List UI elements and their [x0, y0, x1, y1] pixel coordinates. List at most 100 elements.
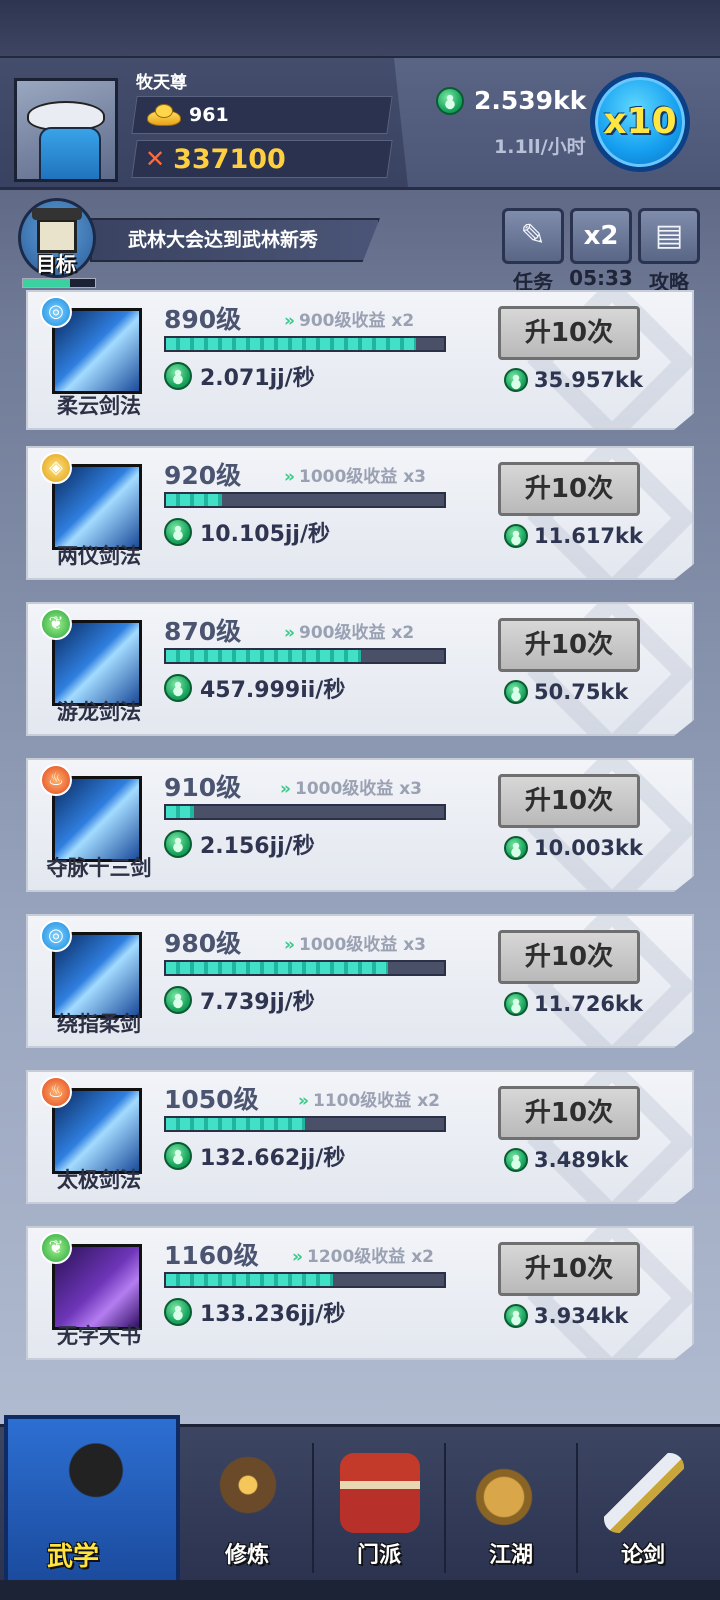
milestone-bonus-text: 1200级收益 x2 — [306, 1247, 435, 1267]
milestone-bonus-text: 900级收益 x2 — [298, 623, 415, 643]
skill-name: 游龙剑法 — [57, 700, 141, 724]
upgrade-10-button[interactable]: 升10次 — [498, 462, 640, 516]
level-progress-fill — [166, 1274, 333, 1286]
gold-ingot-icon — [145, 104, 181, 126]
income-rate-row: 2.071jj/秒 — [164, 360, 315, 392]
skill-income-rate: 132.662jj/秒 — [200, 1146, 346, 1171]
upgrade-cost: 50.75kk — [534, 680, 629, 704]
coin-icon — [164, 986, 192, 1014]
nav-label: 江湖 — [488, 1543, 533, 1568]
nav-jianghu[interactable]: 江湖 — [446, 1437, 576, 1577]
x2-boost-button[interactable]: x2 — [570, 208, 632, 264]
double-chevron-icon: » — [298, 1091, 309, 1111]
player-avatar[interactable] — [14, 78, 118, 182]
double-chevron-icon: » — [284, 935, 295, 955]
upgrade-10-button[interactable]: 升10次 — [498, 1242, 640, 1296]
skill-name: 太极剑法 — [57, 1168, 141, 1192]
income-rate-row: 457.999ii/秒 — [164, 672, 345, 704]
upgrade-cost-row: 11.726kk — [504, 992, 643, 1016]
nav-sword-duel[interactable]: 论剑 — [578, 1437, 708, 1577]
level-progress-fill — [166, 650, 361, 662]
water-element-icon: ◎ — [40, 296, 72, 328]
milestone-bonus: » 1100级收益 x2 — [298, 1086, 440, 1111]
gold-amount: 961 — [189, 104, 229, 126]
coin-icon — [504, 992, 528, 1016]
level-progress-bar — [164, 648, 446, 664]
upgrade-cost-row: 10.003kk — [504, 836, 643, 860]
scroll-icon: ✎ — [520, 218, 546, 253]
goal-banner[interactable]: 武林大会达到武林新秀 目标 — [18, 198, 380, 294]
skill-card: ◎ 柔云剑法 890级 » 900级收益 x2 2.071jj/秒 升10次 35… — [26, 290, 694, 430]
nav-sect[interactable]: 门派 — [314, 1437, 444, 1577]
income-rate-row: 2.156jj/秒 — [164, 828, 315, 860]
income-rate-row: 10.105jj/秒 — [164, 516, 330, 548]
power-resource: ✕ 337100 — [131, 140, 393, 178]
double-chevron-icon: » — [280, 779, 291, 799]
upgrade-10-button[interactable]: 升10次 — [498, 618, 640, 672]
status-strip — [0, 0, 720, 56]
player-header: 牧天尊 961 ✕ 337100 2.539kk 1.1ll/小时 x10 — [0, 56, 720, 190]
coin-icon — [504, 524, 528, 548]
income-panel: 2.539kk 1.1ll/小时 x10 — [394, 58, 720, 187]
milestone-bonus: » 1200级收益 x2 — [292, 1242, 434, 1267]
coin-icon — [164, 1142, 192, 1170]
skill-level: 920级 — [164, 461, 242, 490]
coin-icon — [164, 518, 192, 546]
skill-level: 980级 — [164, 929, 242, 958]
nav-label: 修炼 — [224, 1543, 269, 1568]
bottom-nav: 武学 修炼 门派 江湖 论剑 — [0, 1415, 720, 1585]
level-progress-bar — [164, 960, 446, 976]
system-bar — [0, 1580, 720, 1600]
double-chevron-icon: » — [284, 467, 295, 487]
quest-button[interactable]: ✎ — [502, 208, 564, 264]
level-progress-fill — [166, 338, 417, 350]
temple-icon — [340, 1453, 420, 1533]
level-progress-fill — [166, 1118, 305, 1130]
upgrade-cost: 11.617kk — [534, 524, 643, 548]
milestone-bonus: » 1000级收益 x3 — [284, 462, 426, 487]
upgrade-10-button[interactable]: 升10次 — [498, 1086, 640, 1140]
skill-card: ♨ 太极剑法 1050级 » 1100级收益 x2 132.662jj/秒 升10… — [26, 1070, 694, 1204]
milestone-bonus-text: 900级收益 x2 — [298, 311, 415, 331]
milestone-bonus: » 1000级收益 x3 — [280, 774, 422, 799]
nav-martial-arts[interactable]: 武学 — [4, 1415, 180, 1585]
upgrade-10-button[interactable]: 升10次 — [498, 930, 640, 984]
level-progress-fill — [166, 494, 222, 506]
upgrade-10-button[interactable]: 升10次 — [498, 306, 640, 360]
skill-card: ◎ 绕指柔剑 980级 » 1000级收益 x3 7.739jj/秒 升10次 1… — [26, 914, 694, 1048]
upgrade-cost-row: 3.934kk — [504, 1304, 628, 1328]
level-progress-bar — [164, 1272, 446, 1288]
multiplier-button[interactable]: x10 — [590, 72, 690, 172]
income-rate-row: 7.739jj/秒 — [164, 984, 315, 1016]
skill-card: ◈ 两仪剑法 920级 » 1000级收益 x3 10.105jj/秒 升10次 … — [26, 446, 694, 580]
skill-income-rate: 10.105jj/秒 — [200, 522, 331, 547]
coin-icon — [504, 680, 528, 704]
skill-name: 无字天书 — [57, 1324, 141, 1348]
gold-resource: 961 — [131, 96, 393, 134]
skill-level: 910级 — [164, 773, 242, 802]
coin-icon — [504, 1304, 528, 1328]
skill-card: ♨ 夺脉十三剑 910级 » 1000级收益 x3 2.156jj/秒 升10次 … — [26, 758, 694, 892]
level-progress-bar — [164, 492, 446, 508]
upgrade-cost: 10.003kk — [534, 836, 643, 860]
nav-cultivation[interactable]: 修炼 — [182, 1437, 312, 1577]
skill-income-rate: 2.156jj/秒 — [200, 834, 315, 859]
double-chevron-icon: » — [292, 1247, 303, 1267]
upgrade-10-button[interactable]: 升10次 — [498, 774, 640, 828]
skill-name: 夺脉十三剑 — [46, 856, 152, 880]
wood-element-icon: ❦ — [40, 608, 72, 640]
guide-button[interactable]: ▤ — [638, 208, 700, 264]
milestone-bonus-text: 1100级收益 x2 — [312, 1091, 441, 1111]
upgrade-cost-row: 50.75kk — [504, 680, 628, 704]
milestone-bonus: » 1000级收益 x3 — [284, 930, 426, 955]
crossed-swords-icon: ✕ — [145, 145, 166, 173]
player-name: 牧天尊 — [136, 73, 187, 93]
level-progress-bar — [164, 1116, 446, 1132]
goal-progress-fill — [23, 279, 70, 287]
upgrade-cost: 11.726kk — [534, 992, 643, 1016]
fire-element-icon: ♨ — [40, 764, 72, 796]
upgrade-cost-row: 11.617kk — [504, 524, 643, 548]
nav-label: 武学 — [46, 1542, 99, 1572]
coin-icon — [164, 362, 192, 390]
income-total: 2.539kk — [474, 86, 587, 115]
